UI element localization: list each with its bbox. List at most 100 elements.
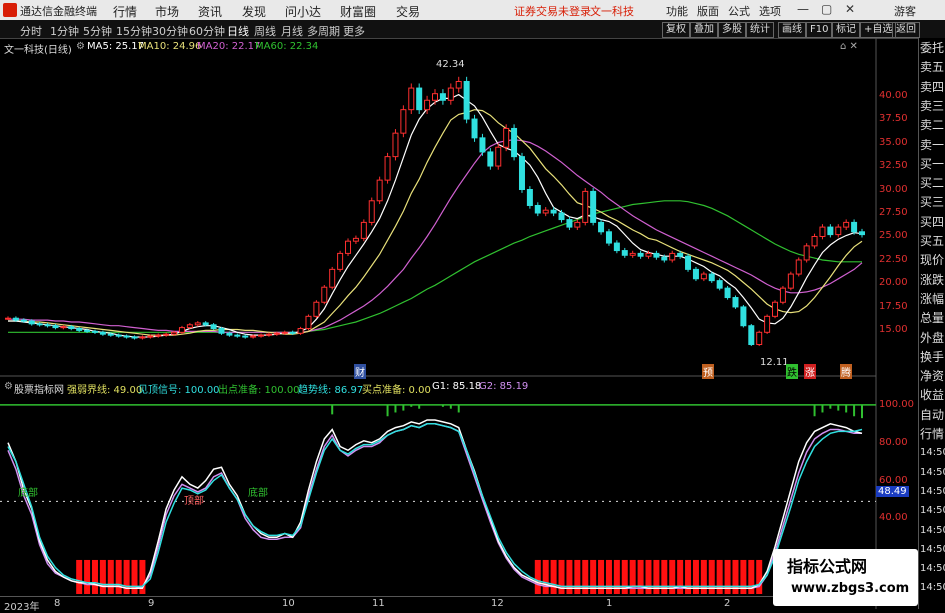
candle xyxy=(692,268,699,280)
price-axis-label: 37.50 xyxy=(879,113,908,125)
side-panel-item[interactable]: 卖二 xyxy=(920,119,945,131)
close-icon[interactable]: ✕ xyxy=(845,2,855,16)
buy-signal-bar xyxy=(76,559,83,594)
indicator-icon[interactable]: ⚙ xyxy=(4,381,13,392)
menu-market[interactable]: 行情 xyxy=(113,3,137,20)
time-axis: 2023年 8 9 10 11 12 1 2 xyxy=(0,596,875,613)
time-label: 12 xyxy=(491,598,504,609)
overlay-button[interactable]: 叠加 xyxy=(690,22,718,38)
side-panel-item[interactable]: 14:50 xyxy=(920,563,945,575)
back-button[interactable]: 返回 xyxy=(892,22,920,38)
side-panel-item[interactable]: 换手 xyxy=(920,351,945,363)
side-panel-item[interactable]: 行情 xyxy=(920,428,945,440)
event-marker[interactable]: 财 xyxy=(354,364,366,379)
settings-icon[interactable]: ⚙ xyxy=(76,41,85,52)
buy-signal-bar xyxy=(756,559,763,594)
side-panel-item[interactable]: 净资 xyxy=(920,370,945,382)
guest-user[interactable]: 游客 xyxy=(894,3,916,19)
side-panel-item[interactable]: 买四 xyxy=(920,216,945,228)
menu-function[interactable]: 功能 xyxy=(666,3,688,19)
candle xyxy=(669,252,676,261)
period-1min[interactable]: 1分钟 xyxy=(50,23,79,39)
mark-button[interactable]: 标记 xyxy=(832,22,860,38)
draw-line-button[interactable]: 画线 xyxy=(778,22,806,38)
side-panel-item[interactable]: 14:50 xyxy=(920,447,945,459)
chart-tool-icon[interactable]: ⌂ ✕ xyxy=(840,41,858,52)
side-panel-item[interactable]: 买三 xyxy=(920,196,945,208)
side-panel-item[interactable]: 委托 xyxy=(920,42,945,54)
menu-layout[interactable]: 版面 xyxy=(697,3,719,19)
side-panel-item[interactable]: 收益 xyxy=(920,389,945,401)
side-panel-item[interactable]: 14:50 xyxy=(920,525,945,537)
event-marker[interactable]: 涨 xyxy=(804,364,816,379)
side-panel-item[interactable]: 涨幅 xyxy=(920,293,945,305)
period-5min[interactable]: 5分钟 xyxy=(83,23,112,39)
menu-options[interactable]: 选项 xyxy=(759,3,781,19)
candle xyxy=(147,335,154,338)
side-panel-item[interactable]: 14:50 xyxy=(920,582,945,594)
price-axis-label: 17.50 xyxy=(879,300,908,312)
period-weekly[interactable]: 周线 xyxy=(254,23,276,39)
candle xyxy=(155,334,162,337)
side-panel-item[interactable]: 总量 xyxy=(920,312,945,324)
side-panel-item[interactable]: 外盘 xyxy=(920,332,945,344)
side-panel-item[interactable]: 现价 xyxy=(920,254,945,266)
event-marker[interactable]: 腾 xyxy=(840,364,852,379)
candle xyxy=(234,334,241,337)
candle xyxy=(368,200,375,223)
period-30min[interactable]: 30分钟 xyxy=(152,23,188,39)
candle xyxy=(843,221,850,228)
side-panel-item[interactable]: 买二 xyxy=(920,177,945,189)
period-monthly[interactable]: 月线 xyxy=(281,23,303,39)
f10-button[interactable]: F10 xyxy=(806,22,833,38)
candle xyxy=(44,324,51,327)
menu-wealth[interactable]: 财富圈 xyxy=(340,3,376,20)
side-panel-item[interactable]: 自动 xyxy=(920,409,945,421)
event-marker[interactable]: 跌 xyxy=(786,364,798,379)
candle xyxy=(645,252,652,257)
login-status[interactable]: 证券交易未登录 xyxy=(514,3,591,19)
side-panel-item[interactable]: 卖三 xyxy=(920,100,945,112)
candle xyxy=(479,137,486,153)
side-panel-item[interactable]: 涨跌 xyxy=(920,274,945,286)
period-60min[interactable]: 60分钟 xyxy=(189,23,225,39)
menu-formula[interactable]: 公式 xyxy=(728,3,750,19)
candle xyxy=(281,331,288,334)
side-panel-item[interactable]: 买一 xyxy=(920,158,945,170)
candle xyxy=(163,333,170,336)
menu-exchange[interactable]: 市场 xyxy=(155,3,179,20)
period-tick[interactable]: 分时 xyxy=(20,23,42,39)
menu-discover[interactable]: 发现 xyxy=(242,3,266,20)
statistics-button[interactable]: 统计 xyxy=(746,22,774,38)
candle xyxy=(732,297,739,308)
candle xyxy=(250,335,257,338)
multi-stock-button[interactable]: 多股 xyxy=(718,22,746,38)
side-panel-item[interactable]: 14:50 xyxy=(920,486,945,498)
add-watchlist-button[interactable]: +自选 xyxy=(860,22,897,38)
price-axis-label: 30.00 xyxy=(879,183,908,195)
side-panel-item[interactable]: 14:50 xyxy=(920,505,945,517)
kline-chart[interactable] xyxy=(0,38,918,609)
period-daily[interactable]: 日线 xyxy=(227,23,249,39)
period-15min[interactable]: 15分钟 xyxy=(116,23,152,39)
event-marker[interactable]: 预 xyxy=(702,364,714,379)
restore-icon[interactable]: ▢ xyxy=(821,2,832,16)
side-panel-item[interactable]: 卖四 xyxy=(920,81,945,93)
adjust-button[interactable]: 复权 xyxy=(662,22,690,38)
indicator-name[interactable]: 股票指标网 xyxy=(14,381,64,396)
menu-ask[interactable]: 问小达 xyxy=(285,3,321,20)
indicator-zone-label: 底部 xyxy=(248,488,268,499)
side-panel-item[interactable]: 14:50 xyxy=(920,467,945,479)
side-panel-item[interactable]: 卖一 xyxy=(920,139,945,151)
period-multi[interactable]: 多周期 xyxy=(307,23,340,39)
side-panel-item[interactable]: 买五 xyxy=(920,235,945,247)
candle xyxy=(242,335,249,338)
candle xyxy=(226,332,233,336)
menu-trade[interactable]: 交易 xyxy=(396,3,420,20)
minimize-icon[interactable]: — xyxy=(797,2,809,16)
period-more[interactable]: 更多 xyxy=(343,23,365,39)
side-panel-item[interactable]: 卖五 xyxy=(920,61,945,73)
menu-news[interactable]: 资讯 xyxy=(198,3,222,20)
side-panel-item[interactable]: 14:50 xyxy=(920,544,945,556)
candle xyxy=(764,315,771,333)
